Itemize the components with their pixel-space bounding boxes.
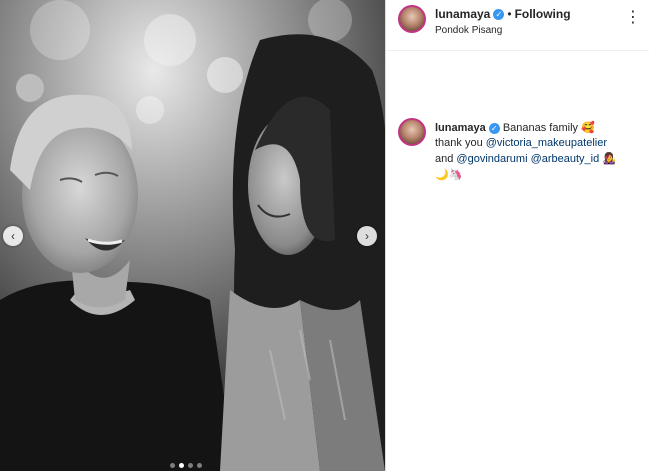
chevron-left-icon: ‹	[11, 229, 15, 243]
avatar[interactable]	[398, 5, 426, 33]
carousel-dot-active	[179, 463, 184, 468]
previous-slide-button[interactable]: ‹	[3, 226, 23, 246]
carousel-dot	[197, 463, 202, 468]
mention-victoria-makeupatelier[interactable]: @victoria_makeupatelier	[486, 137, 607, 149]
avatar[interactable]	[398, 118, 426, 146]
chevron-right-icon: ›	[365, 229, 369, 243]
verified-badge-icon: ✓	[493, 9, 505, 21]
verified-badge-icon: ✓	[488, 122, 500, 134]
next-slide-button[interactable]: ›	[357, 226, 377, 246]
carousel-indicator	[170, 463, 202, 468]
carousel-dot	[170, 463, 175, 468]
caption-text-3: and	[435, 153, 454, 165]
username-link[interactable]: lunamaya	[435, 7, 490, 21]
mention-arbeauty-id[interactable]: @arbeauty_id	[531, 153, 600, 165]
location-link[interactable]: Pondok Pisang	[435, 25, 502, 36]
caption-text: lunamaya ✓ Bananas family 🥰 thank you @vi…	[435, 120, 640, 183]
caption-text-1: Bananas family	[502, 122, 579, 134]
caption-username-link[interactable]: lunamaya	[435, 122, 486, 134]
header-user-line: lunamaya ✓ • Following	[435, 7, 571, 21]
following-button[interactable]: Following	[515, 7, 571, 21]
post-photo[interactable]: ‹ ›	[0, 0, 385, 471]
photo-image	[0, 0, 385, 471]
unicorn-emoji-icon: 🦄	[448, 168, 463, 181]
more-options-icon[interactable]: ⋮	[625, 10, 641, 27]
mention-govindarumi[interactable]: @govindarumi	[456, 153, 527, 165]
smiling-hearts-emoji-icon: 🥰	[581, 121, 595, 134]
post-side-panel: lunamaya ✓ • Following Pondok Pisang ⋮ luna…	[385, 0, 649, 471]
carousel-dot	[188, 463, 193, 468]
post-header: lunamaya ✓ • Following Pondok Pisang ⋮	[386, 0, 649, 51]
moon-emoji-icon: 🌙	[435, 168, 449, 181]
singer-emoji-icon: 👩‍🎤	[602, 152, 616, 165]
separator: •	[507, 7, 512, 21]
caption-text-2: thank you	[435, 137, 483, 149]
